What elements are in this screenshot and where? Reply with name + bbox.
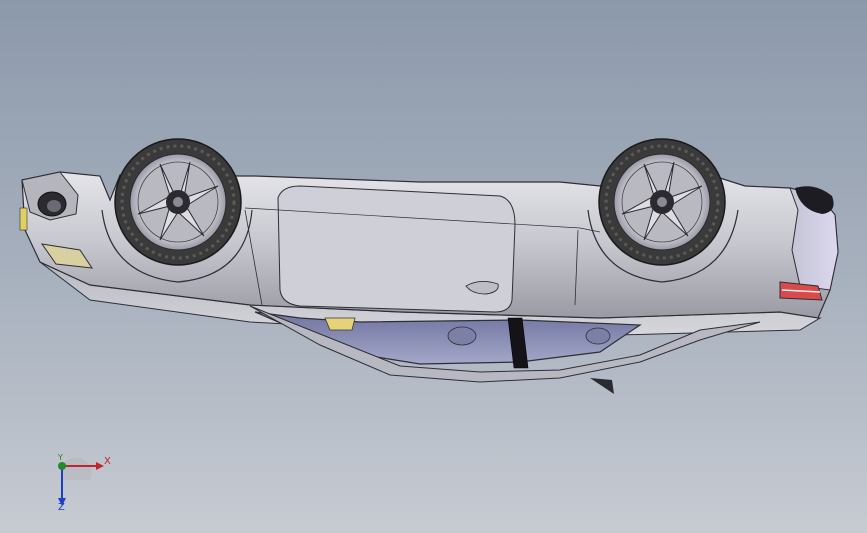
car-model[interactable] — [0, 0, 867, 533]
interior-seat-left — [447, 326, 477, 346]
mirror — [324, 317, 356, 331]
front-wheel — [114, 138, 242, 266]
y-axis-label: Y — [58, 453, 63, 462]
antenna-fin — [590, 378, 614, 394]
view-orientation-triad[interactable]: X Y Z — [46, 452, 116, 516]
interior-seat-right — [585, 327, 611, 345]
z-axis-label: Z — [58, 502, 65, 513]
license-plate-front — [19, 207, 28, 231]
x-axis-label: X — [104, 456, 111, 467]
graphics-viewport[interactable]: X Y Z — [0, 0, 867, 533]
rear-wheel — [598, 138, 726, 266]
